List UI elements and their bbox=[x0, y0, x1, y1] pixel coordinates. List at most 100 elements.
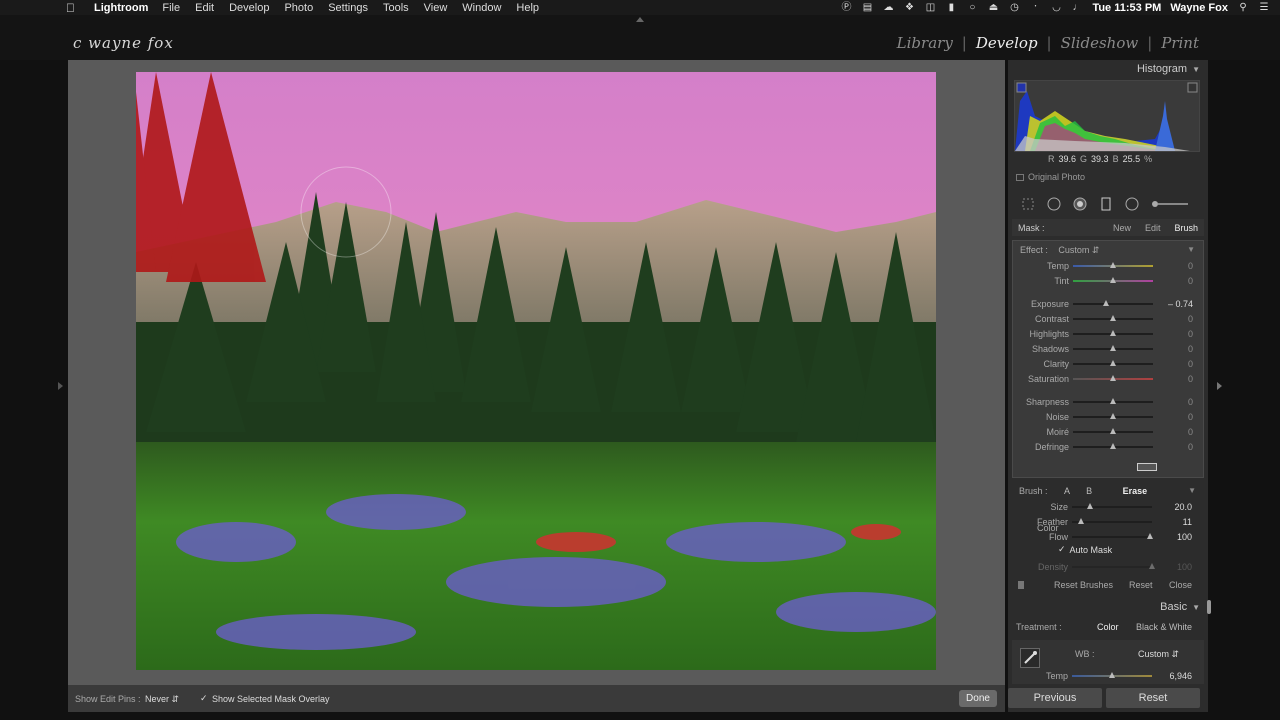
slider-thumb[interactable] bbox=[1110, 330, 1116, 336]
mask-overlay-checkbox[interactable]: ✓ bbox=[200, 693, 208, 704]
menu-develop[interactable]: Develop bbox=[229, 2, 269, 14]
spot-removal-icon[interactable] bbox=[1046, 196, 1062, 212]
slider-thumb[interactable] bbox=[1110, 277, 1116, 283]
wb-select[interactable]: Custom ⇵ bbox=[1138, 649, 1179, 660]
effect-defringe-slider[interactable]: Defringe 0 bbox=[1013, 440, 1203, 454]
menu-edit[interactable]: Edit bbox=[195, 2, 214, 14]
wifi-icon[interactable]: ◡ bbox=[1050, 2, 1062, 13]
effect-noise-slider[interactable]: Noise 0 bbox=[1013, 410, 1203, 424]
original-photo-checkbox[interactable] bbox=[1016, 173, 1024, 181]
mask-edit-button[interactable]: Edit bbox=[1145, 223, 1161, 233]
brush-feather-slider[interactable]: Feather 11 bbox=[1012, 515, 1202, 529]
slider-thumb[interactable] bbox=[1147, 533, 1154, 539]
slider-track[interactable] bbox=[1072, 506, 1152, 508]
menu-file[interactable]: File bbox=[162, 2, 180, 14]
mask-brush-button[interactable]: Brush bbox=[1174, 223, 1198, 233]
auto-mask-toggle[interactable]: ✓ Auto Mask bbox=[1058, 544, 1112, 555]
effect-moir-slider[interactable]: Moiré 0 bbox=[1013, 425, 1203, 439]
module-slideshow[interactable]: Slideshow bbox=[1052, 34, 1148, 52]
slider-thumb[interactable] bbox=[1110, 428, 1116, 434]
slider-thumb[interactable] bbox=[1086, 503, 1093, 509]
slider-track[interactable] bbox=[1073, 303, 1153, 305]
module-print[interactable]: Print bbox=[1152, 34, 1208, 52]
basic-temp-slider[interactable]: Temp 6,946 bbox=[1012, 669, 1202, 683]
effect-shadows-slider[interactable]: Shadows 0 bbox=[1013, 342, 1203, 356]
effect-tint-slider[interactable]: Tint 0 bbox=[1013, 274, 1203, 288]
slider-thumb[interactable] bbox=[1110, 345, 1116, 351]
effect-sharpness-slider[interactable]: Sharpness 0 bbox=[1013, 395, 1203, 409]
app-menu[interactable]: Lightroom bbox=[94, 2, 148, 14]
reset-brushes-button[interactable]: Reset Brushes bbox=[1054, 580, 1113, 590]
previous-button[interactable]: Previous bbox=[1008, 688, 1102, 708]
slider-thumb[interactable] bbox=[1110, 398, 1116, 404]
brush-flow-slider[interactable]: Flow 100 bbox=[1012, 530, 1202, 544]
menu-user[interactable]: Wayne Fox bbox=[1170, 2, 1228, 14]
slider-track[interactable] bbox=[1072, 536, 1152, 538]
histogram-graph[interactable] bbox=[1014, 80, 1200, 152]
reset-button[interactable]: Reset bbox=[1106, 688, 1200, 708]
right-panel-toggle-icon[interactable] bbox=[1217, 382, 1222, 390]
brush-a-button[interactable]: A bbox=[1064, 486, 1070, 496]
adjustment-brush-icon[interactable] bbox=[1150, 196, 1190, 212]
brush-reset-button[interactable]: Reset bbox=[1129, 580, 1153, 590]
slider-thumb[interactable] bbox=[1110, 262, 1116, 268]
brush-collapse-icon[interactable]: ▼ bbox=[1188, 486, 1196, 495]
basic-collapse-icon[interactable]: ▼ bbox=[1192, 603, 1200, 612]
volume-icon[interactable]: ♩ bbox=[1071, 2, 1083, 13]
time-machine-icon[interactable]: ◷ bbox=[1008, 2, 1020, 13]
effect-highlights-slider[interactable]: Highlights 0 bbox=[1013, 327, 1203, 341]
histogram-header[interactable]: Histogram ▼ bbox=[1008, 60, 1208, 78]
menu-settings[interactable]: Settings bbox=[328, 2, 368, 14]
brush-close-button[interactable]: Close bbox=[1169, 580, 1192, 590]
notification-center-icon[interactable]: ☰ bbox=[1258, 2, 1270, 13]
spotlight-search-icon[interactable]: ⚲ bbox=[1237, 2, 1249, 13]
mask-new-button[interactable]: New bbox=[1113, 223, 1131, 233]
effect-exposure-slider[interactable]: Exposure – 0.74 bbox=[1013, 297, 1203, 311]
crop-overlay-icon[interactable] bbox=[1020, 196, 1036, 212]
effect-saturation-slider[interactable]: Saturation 0 bbox=[1013, 372, 1203, 386]
density-slider[interactable]: Density 100 bbox=[1012, 560, 1202, 574]
radial-filter-icon[interactable] bbox=[1124, 196, 1140, 212]
screen-record-icon[interactable]: ▤ bbox=[861, 2, 873, 13]
slider-thumb[interactable] bbox=[1102, 300, 1109, 306]
graduated-filter-icon[interactable] bbox=[1098, 196, 1114, 212]
collapse-triangle-icon[interactable]: ▼ bbox=[1192, 65, 1200, 74]
circle-icon[interactable]: ○ bbox=[966, 2, 978, 13]
document-icon[interactable]: ◫ bbox=[924, 2, 936, 13]
effect-collapse-icon[interactable]: ▼ bbox=[1187, 245, 1195, 254]
basic-temp-thumb[interactable] bbox=[1109, 672, 1115, 678]
battery-icon[interactable]: ▮ bbox=[945, 2, 957, 13]
menu-tools[interactable]: Tools bbox=[383, 2, 409, 14]
done-button[interactable]: Done bbox=[959, 690, 997, 707]
slider-track[interactable] bbox=[1072, 521, 1152, 523]
photo-preview[interactable] bbox=[136, 72, 936, 670]
brush-panel-switch-icon[interactable] bbox=[1018, 581, 1024, 589]
color-swatch[interactable] bbox=[1137, 463, 1157, 471]
effect-contrast-slider[interactable]: Contrast 0 bbox=[1013, 312, 1203, 326]
brush-size-slider[interactable]: Size 20.0 bbox=[1012, 500, 1202, 514]
treatment-bw-button[interactable]: Black & White bbox=[1136, 622, 1192, 632]
show-edit-pins-select[interactable]: Never ⇵ bbox=[145, 694, 179, 705]
slider-thumb[interactable] bbox=[1110, 315, 1116, 321]
left-panel-toggle-icon[interactable] bbox=[58, 382, 63, 390]
bluetooth-icon[interactable]: ᛫ bbox=[1029, 2, 1041, 13]
eject-icon[interactable]: ⏏ bbox=[987, 2, 999, 13]
effect-temp-slider[interactable]: Temp 0 bbox=[1013, 259, 1203, 273]
right-panel-scrollbar[interactable] bbox=[1207, 600, 1211, 614]
menu-window[interactable]: Window bbox=[462, 2, 501, 14]
treatment-color-button[interactable]: Color bbox=[1097, 622, 1119, 632]
density-track[interactable] bbox=[1072, 566, 1152, 568]
red-eye-icon[interactable] bbox=[1072, 196, 1088, 212]
brush-b-button[interactable]: B bbox=[1086, 486, 1092, 496]
menu-photo[interactable]: Photo bbox=[284, 2, 313, 14]
effect-preset-select[interactable]: Custom ⇵ bbox=[1058, 245, 1099, 255]
basic-header[interactable]: Basic ▼ bbox=[1008, 598, 1208, 616]
original-photo-toggle[interactable]: Original Photo bbox=[1016, 172, 1085, 182]
effect-clarity-slider[interactable]: Clarity 0 bbox=[1013, 357, 1203, 371]
apple-menu-icon[interactable]:  bbox=[66, 1, 86, 15]
slider-thumb[interactable] bbox=[1110, 360, 1116, 366]
auto-mask-check-icon[interactable]: ✓ bbox=[1058, 544, 1066, 555]
c-app-icon[interactable]: Ⓟ bbox=[840, 2, 852, 13]
cloud-sync-icon[interactable]: ☁ bbox=[882, 2, 894, 13]
menu-help[interactable]: Help bbox=[516, 2, 539, 14]
